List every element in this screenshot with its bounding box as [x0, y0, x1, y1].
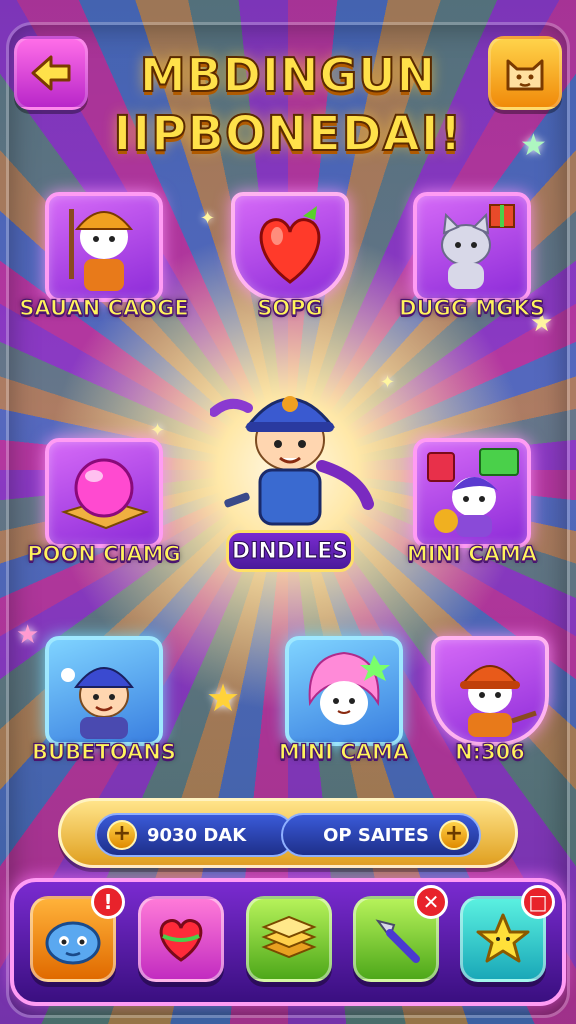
- plus-icon[interactable]: +: [439, 820, 469, 850]
- star-icon: [476, 913, 530, 963]
- nav-button-monster[interactable]: !: [30, 885, 125, 982]
- hero-firefighter-icon: [209, 396, 374, 526]
- fox-firefighter-icon: [460, 665, 537, 737]
- tile-card: [413, 192, 531, 302]
- sparkle-star-icon: ★: [206, 676, 241, 720]
- boy-with-cash-icon: [427, 448, 519, 537]
- tile-mini-cama-1[interactable]: MINI CAMA: [406, 438, 538, 568]
- nav-button-cards[interactable]: [246, 896, 332, 982]
- tile-card: [285, 636, 403, 746]
- tile-sopg[interactable]: SOPG: [228, 192, 352, 322]
- tile-card: [431, 636, 549, 746]
- back-button[interactable]: [14, 36, 88, 110]
- sparkle-star-icon: ✦: [380, 372, 396, 393]
- tile-label: N:306: [454, 739, 525, 764]
- arrow-left-icon: [31, 55, 71, 91]
- tile-card: [45, 636, 163, 746]
- heart-fruit-icon: [259, 206, 321, 284]
- tile-poon-ciamg[interactable]: POON CIAMG: [27, 438, 181, 568]
- tile-card: [231, 192, 349, 302]
- currency-right-label: OP SAITES: [323, 824, 429, 846]
- tile-sauan-caoge[interactable]: SAUAN CAOGE: [19, 192, 189, 322]
- currency-bar: + 9030 DAK OP SAITES +: [58, 798, 518, 868]
- close-badge-icon[interactable]: ✕: [414, 885, 448, 919]
- square-badge-icon[interactable]: □: [521, 885, 555, 919]
- tile-label: SOPG: [257, 295, 324, 320]
- game-title-line1: MBDINGUN: [139, 47, 437, 103]
- hero-character[interactable]: [209, 378, 380, 528]
- helmet-boy-icon: [61, 667, 134, 739]
- nav-button-wand[interactable]: ✕: [353, 885, 448, 982]
- sparkle-star-icon: ✦: [200, 208, 216, 229]
- heart-icon: [159, 919, 203, 962]
- blue-monster-icon: [45, 921, 101, 965]
- plus-icon[interactable]: +: [107, 820, 137, 850]
- tile-card: [45, 192, 163, 302]
- tile-label: BUBETOANS: [31, 739, 176, 764]
- sparkle-star-icon: ★: [16, 620, 40, 650]
- tile-bubetoans[interactable]: BUBETOANS: [31, 636, 177, 766]
- tile-mini-cama-2[interactable]: MINI CAMA: [278, 636, 410, 766]
- tile-label: MINI CAMA: [278, 739, 410, 764]
- currency-left-label: 9030 DAK: [147, 824, 247, 846]
- tile-card: [413, 438, 531, 548]
- stack-cards-icon: [261, 915, 317, 959]
- nav-button-star[interactable]: □: [460, 885, 555, 982]
- tile-card: [45, 438, 163, 548]
- tile-dugg-mgks[interactable]: DUGG MGKS: [398, 192, 546, 322]
- cat-with-gift-icon: [441, 204, 515, 289]
- game-screen: ★ ✦ ★ ★ ★ ✦ ✦ MBDINGUN IIPBONEDAI! SAUAN: [0, 0, 576, 1024]
- tile-label: POON CIAMG: [27, 541, 182, 566]
- currency-pill-left[interactable]: + 9030 DAK: [95, 813, 295, 857]
- tile-label: MINI CAMA: [406, 541, 538, 566]
- tile-label: DUGG MGKS: [398, 295, 545, 320]
- pink-orb-icon: [60, 458, 150, 530]
- sparkle-star-icon: ★: [520, 128, 547, 163]
- pink-hair-creature-icon: [308, 651, 390, 725]
- hero-label: DINDILES: [226, 530, 354, 572]
- currency-pill-right[interactable]: OP SAITES +: [281, 813, 481, 857]
- wand-icon: [375, 919, 420, 963]
- game-title-line2: IIPBONEDAI!: [113, 105, 463, 163]
- tile-label: SAUAN CAOGE: [19, 295, 190, 320]
- firefighter-character-icon: [69, 209, 134, 291]
- notification-badge: !: [91, 885, 125, 919]
- tile-n306[interactable]: N:306: [428, 636, 552, 766]
- profile-button[interactable]: [488, 36, 562, 110]
- cat-face-icon: [506, 59, 544, 91]
- nav-button-heart[interactable]: [138, 896, 224, 982]
